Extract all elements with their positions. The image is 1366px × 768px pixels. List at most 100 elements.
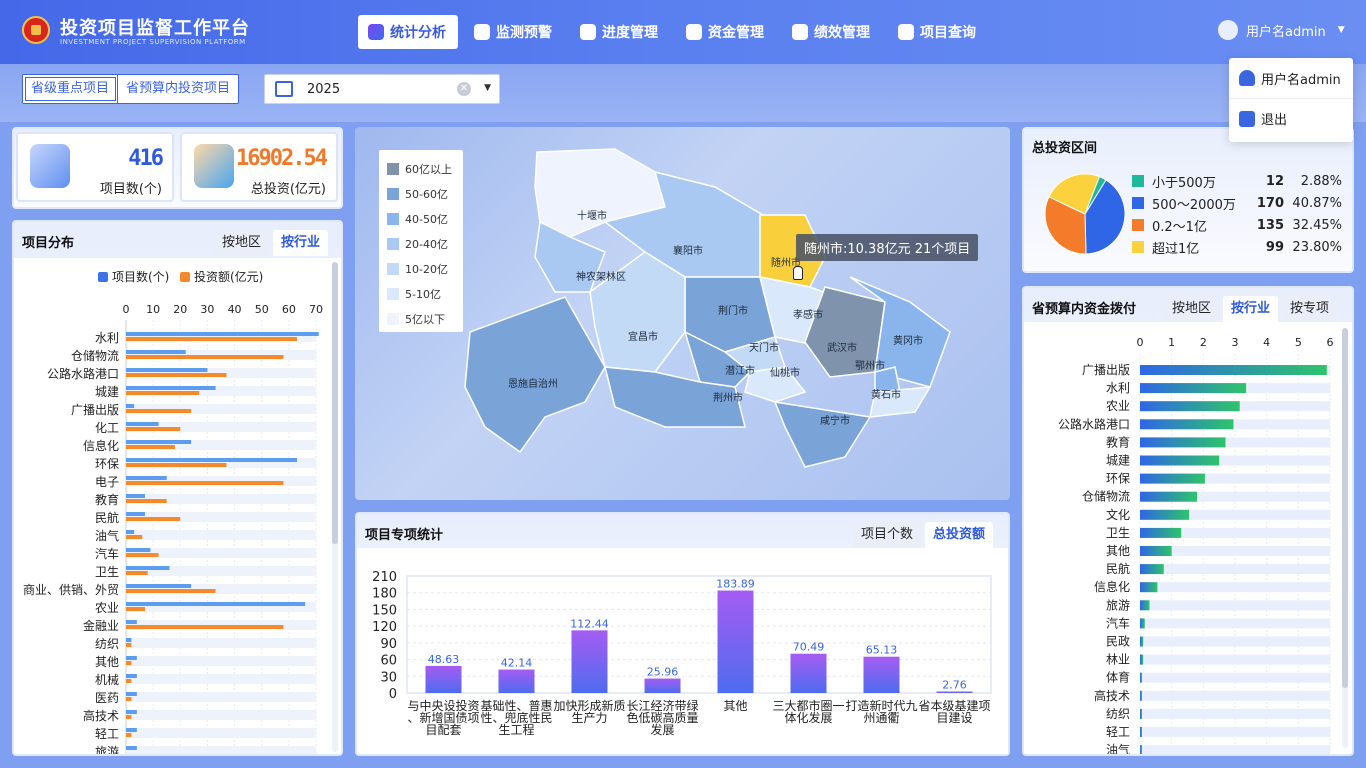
nav-item-label: 资金管理 xyxy=(708,25,764,41)
segment-provincial-key[interactable]: 省级重点项目 xyxy=(23,75,119,103)
range-pct: 32.45% xyxy=(1292,217,1342,233)
bar-count xyxy=(126,638,132,642)
bar-investment xyxy=(126,355,284,359)
budget-bar xyxy=(1140,527,1182,538)
bar-count xyxy=(126,674,137,678)
bar-investment xyxy=(126,733,132,737)
legend-swatch xyxy=(387,287,399,300)
performance-icon xyxy=(792,24,808,40)
bar-investment xyxy=(126,643,132,647)
distribution-panel: 项目分布 按地区 按行业 项目数(个) 投资额(亿元) 0 10 20 30 40 50 60 7… xyxy=(12,220,343,756)
bar-count xyxy=(126,548,151,552)
range-row[interactable]: 0.2～1亿 135 32.45% xyxy=(1132,214,1342,236)
tab-by-industry[interactable]: 按行业 xyxy=(273,230,329,256)
x-category-label: 加快形成新质生产力 xyxy=(553,698,625,725)
bar-count xyxy=(126,404,135,408)
tab-budget-industry[interactable]: 按行业 xyxy=(1223,296,1279,322)
app-title: 投资项目监督工作平台 xyxy=(60,18,250,39)
tab-project-count[interactable]: 项目个数 xyxy=(853,522,922,548)
hand-cursor-icon xyxy=(793,266,803,280)
bar-track xyxy=(126,746,316,754)
bar-count xyxy=(126,476,167,480)
nav-item-3[interactable]: 资金管理 xyxy=(676,15,776,49)
map-legend-item[interactable]: 5-10亿 xyxy=(387,281,455,306)
year-picker[interactable]: 2025 ✕ ▼ xyxy=(264,74,500,104)
category-label: 水利 xyxy=(1106,381,1130,395)
x-category-label: 省本级基建项目建设 xyxy=(918,699,990,725)
budget-bar xyxy=(1140,473,1205,484)
distribution-scrollbar[interactable] xyxy=(332,262,338,752)
range-count: 12 xyxy=(1265,173,1284,189)
chevron-down-icon[interactable]: ▼ xyxy=(484,83,491,93)
map-legend-item[interactable]: 50-60亿 xyxy=(387,181,455,206)
y-tick-label: 30 xyxy=(380,670,397,685)
category-label: 广播出版 xyxy=(71,403,119,417)
range-name: 超过1亿 xyxy=(1152,241,1200,257)
bar-count xyxy=(126,512,145,516)
special-bar xyxy=(936,691,973,693)
category-label: 卫生 xyxy=(95,565,119,579)
tab-budget-special[interactable]: 按专项 xyxy=(1282,296,1338,322)
map-legend-item[interactable]: 60亿以上 xyxy=(387,156,455,181)
tab-total-investment[interactable]: 总投资额 xyxy=(925,522,994,548)
tab-by-region[interactable]: 按地区 xyxy=(214,230,270,256)
power-icon xyxy=(1239,110,1255,127)
menu-item-username[interactable]: 用户名admin xyxy=(1229,58,1353,98)
total-investment-label: 总投资(亿元) xyxy=(250,182,326,197)
legend-label: 40-50亿 xyxy=(405,212,448,226)
map-region-label: 天门市 xyxy=(749,341,779,354)
range-row[interactable]: 500～2000万 170 40.87% xyxy=(1132,192,1342,214)
category-label: 商业、供销、外贸 xyxy=(23,582,119,597)
segment-budget-projects[interactable]: 省预算内投资项目 xyxy=(118,75,238,103)
bar-count xyxy=(126,746,137,750)
user-menu-trigger[interactable]: 用户名admin ▼ xyxy=(1218,20,1345,40)
range-name: 500～2000万 xyxy=(1152,197,1236,213)
x-category-label: 基础性、普惠性、兜底性民生工程 xyxy=(480,699,552,737)
y-tick-label: 120 xyxy=(372,620,397,635)
bar-count xyxy=(126,386,216,390)
bar-investment xyxy=(126,499,167,503)
category-label: 化工 xyxy=(95,421,119,435)
category-label: 高技术 xyxy=(83,708,119,723)
category-label: 环保 xyxy=(95,457,119,471)
map-legend-item[interactable]: 10-20亿 xyxy=(387,256,455,281)
special-bar xyxy=(644,678,681,693)
y-tick-label: 210 xyxy=(372,570,397,585)
x-tick-label: 1 xyxy=(1168,336,1175,349)
x-tick-label: 0 xyxy=(1137,336,1144,349)
bar-count xyxy=(126,350,186,354)
range-row[interactable]: 小于500万 12 2.88% xyxy=(1132,170,1342,192)
x-tick-label: 60 xyxy=(282,303,296,316)
nav-item-5[interactable]: 项目查询 xyxy=(888,15,988,49)
menu-item-logout[interactable]: 退出 xyxy=(1229,98,1353,138)
map-legend-item[interactable]: 20-40亿 xyxy=(387,231,455,256)
map-legend-item[interactable]: 40-50亿 xyxy=(387,206,455,231)
x-category-line: 州通衢 xyxy=(863,711,899,725)
nav-item-0[interactable]: 统计分析 xyxy=(358,15,458,49)
range-row[interactable]: 超过1亿 99 23.80% xyxy=(1132,236,1342,258)
nav-item-2[interactable]: 进度管理 xyxy=(570,15,670,49)
clear-icon[interactable]: ✕ xyxy=(457,82,471,96)
legend-swatch-investment xyxy=(180,272,190,282)
nav-item-4[interactable]: 绩效管理 xyxy=(782,15,882,49)
budget-scrollbar[interactable] xyxy=(1342,328,1348,748)
range-table: 小于500万 12 2.88% 500～2000万 170 40.87% 0.2～1亿 135… xyxy=(1132,170,1342,258)
bar-track xyxy=(1140,672,1330,683)
nav-item-1[interactable]: 监测预警 xyxy=(464,15,564,49)
map-legend-item[interactable]: 5亿以下 xyxy=(387,306,455,331)
data-label: 2.76 xyxy=(942,678,967,691)
category-label: 轻工 xyxy=(95,727,119,741)
distribution-title: 项目分布 xyxy=(22,236,75,251)
range-count: 170 xyxy=(1256,195,1284,211)
x-category-line: 体化发展 xyxy=(784,710,832,725)
category-label: 城建 xyxy=(95,385,119,399)
tab-budget-region[interactable]: 按地区 xyxy=(1164,296,1220,322)
year-value: 2025 xyxy=(307,81,341,97)
category-label: 机械 xyxy=(95,672,119,687)
category-label: 文化 xyxy=(1106,507,1130,522)
legend-label-investment: 投资额(亿元) xyxy=(194,269,263,284)
category-label: 教育 xyxy=(95,492,119,507)
x-category-label: 与中央设投资、新增国债项目配套 xyxy=(407,698,479,737)
budget-bar xyxy=(1140,564,1164,575)
budget-bar xyxy=(1140,455,1220,466)
